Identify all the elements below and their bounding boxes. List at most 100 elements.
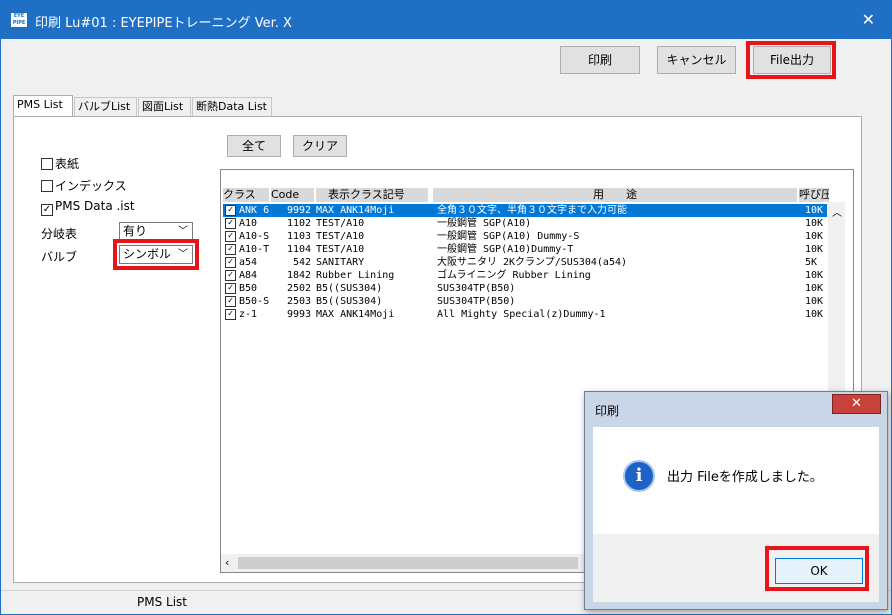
row-usage: SUS304TP(B50) [437,283,516,294]
row-code: 2502 [287,283,312,294]
row-symbol: MAX ANK14Moji [316,309,395,320]
clear-button[interactable]: クリア [293,135,347,157]
pms-data-list-checkbox[interactable]: ✓ PMS Data .ist [41,199,135,216]
info-icon: i [623,460,655,492]
row-class: z-1 [239,309,258,320]
row-code: 1103 [287,231,312,242]
valve-select-highlight [113,239,199,270]
window-title: 印刷 Lu#01 : EYEPIPEトレーニング Ver. X [35,16,292,31]
index-checkbox-box[interactable] [41,180,53,192]
tab-drawing-list[interactable]: 図面List [138,97,191,116]
title-bar[interactable]: EYE PIPE 印刷 Lu#01 : EYEPIPEトレーニング Ver. X… [1,1,891,39]
table-row[interactable]: ✓ A84 1842 Rubber Lining ゴムライニング Rubber … [223,269,827,282]
row-symbol: TEST/A10 [316,231,365,242]
row-checkbox[interactable]: ✓ [225,231,236,242]
row-checkbox[interactable]: ✓ [225,296,236,307]
column-header-code[interactable]: Code [271,188,314,202]
dialog-close-icon[interactable]: ✕ [832,394,881,414]
file-output-highlight [746,41,836,79]
row-symbol: TEST/A10 [316,218,365,229]
tab-insulation-data-list[interactable]: 断熱Data List [192,97,272,116]
column-header-class[interactable]: クラス [223,188,269,202]
pms-data-list-label: PMS Data .ist [55,199,135,213]
row-usage: 全角３０文字、半角３０文字まで入力可能 [437,205,627,216]
row-checkbox[interactable]: ✓ [225,309,236,320]
message-dialog: 印刷 ✕ i 出力 Fileを作成しました。 OK [584,391,888,610]
chevron-left-icon[interactable]: ‹ [225,556,229,569]
row-checkbox[interactable]: ✓ [225,283,236,294]
scrollbar-thumb[interactable] [238,557,578,569]
branch-select-value: 有り [123,224,148,238]
print-button[interactable]: 印刷 [560,46,640,74]
table-row[interactable]: ✓ ANK 6 9992 MAX ANK14Moji 全角３０文字、半角３０文字… [223,204,827,217]
column-header-usage[interactable]: 用 途 [433,188,797,202]
dialog-message: 出力 Fileを作成しました。 [667,470,823,485]
row-symbol: SANITARY [316,257,365,268]
row-class: A10 [239,218,258,229]
index-checkbox[interactable]: インデックス [41,177,127,194]
status-text: PMS List [137,595,187,609]
table-row[interactable]: ✓ A10-T 1104 TEST/A10 一般鋼管 SGP(A10)Dummy… [223,243,827,256]
table-row[interactable]: ✓ A10-S 1103 TEST/A10 一般鋼管 SGP(A10) Dumm… [223,230,827,243]
row-usage: 一般鋼管 SGP(A10) [437,218,532,229]
row-code: 9993 [287,309,312,320]
row-checkbox[interactable]: ✓ [225,205,236,216]
row-usage: All Mighty Special(z)Dummy-1 [437,309,606,320]
row-code: 2503 [287,296,312,307]
row-symbol: MAX ANK14Moji [316,205,395,216]
cover-checkbox[interactable]: 表紙 [41,155,79,172]
row-checkbox[interactable]: ✓ [225,218,236,229]
chevron-up-icon[interactable]: ︿ [832,204,842,219]
row-pressure: 10K [805,296,824,307]
cancel-button[interactable]: キャンセル [657,46,736,74]
row-symbol: TEST/A10 [316,244,365,255]
row-checkbox[interactable]: ✓ [225,244,236,255]
row-code: 542 [293,257,312,268]
table-row[interactable]: ✓ a54 542 SANITARY 大阪サニタリ 2Kクランプ/SUS304(… [223,256,827,269]
cover-label: 表紙 [55,157,80,171]
row-class: A84 [239,270,258,281]
ok-button-highlight [765,546,869,591]
row-pressure: 10K [805,205,824,216]
row-pressure: 10K [805,231,824,242]
row-usage: 一般鋼管 SGP(A10) Dummy-S [437,231,580,242]
row-class: A10-S [239,231,270,242]
row-class: A10-T [239,244,270,255]
app-icon: EYE PIPE [11,13,27,27]
tab-valve-list[interactable]: バルブList [74,97,137,116]
valve-label: バルブ [41,250,78,264]
row-code: 1102 [287,218,312,229]
column-header-symbol[interactable]: 表示クラス記号 [316,188,428,202]
dialog-title: 印刷 [595,404,620,418]
row-pressure: 10K [805,270,824,281]
row-pressure: 10K [805,218,824,229]
row-checkbox[interactable]: ✓ [225,270,236,281]
row-symbol: Rubber Lining [316,270,395,281]
row-class: B50 [239,283,258,294]
row-class: B50-S [239,296,270,307]
select-all-button[interactable]: 全て [227,135,281,157]
row-usage: SUS304TP(B50) [437,296,516,307]
row-code: 1104 [287,244,312,255]
dialog-body: i 出力 Fileを作成しました。 [593,427,879,534]
checkmark-icon[interactable]: ✓ [41,204,53,216]
row-code: 1842 [287,270,312,281]
row-symbol: B5((SUS304) [316,296,383,307]
table-row[interactable]: ✓ B50-S 2503 B5((SUS304) SUS304TP(B50) 1… [223,295,827,308]
chevron-down-icon: ﹀ [178,226,188,237]
row-pressure: 10K [805,244,824,255]
column-header-pressure[interactable]: 呼び圧 [799,188,829,202]
table-row[interactable]: ✓ A10 1102 TEST/A10 一般鋼管 SGP(A10) 10K [223,217,827,230]
row-usage: ゴムライニング Rubber Lining [437,270,591,281]
row-symbol: B5((SUS304) [316,283,383,294]
row-usage: 大阪サニタリ 2Kクランプ/SUS304(a54) [437,257,628,268]
row-checkbox[interactable]: ✓ [225,257,236,268]
close-icon[interactable]: ✕ [862,10,875,29]
row-pressure: 10K [805,283,824,294]
cover-checkbox-box[interactable] [41,158,53,170]
tab-pms-list[interactable]: PMS List [13,95,73,117]
table-row[interactable]: ✓ B50 2502 B5((SUS304) SUS304TP(B50) 10K [223,282,827,295]
table-row[interactable]: ✓ z-1 9993 MAX ANK14Moji All Mighty Spec… [223,308,827,321]
table-rows: ✓ ANK 6 9992 MAX ANK14Moji 全角３０文字、半角３０文字… [223,204,827,321]
branch-label: 分岐表 [41,227,78,241]
